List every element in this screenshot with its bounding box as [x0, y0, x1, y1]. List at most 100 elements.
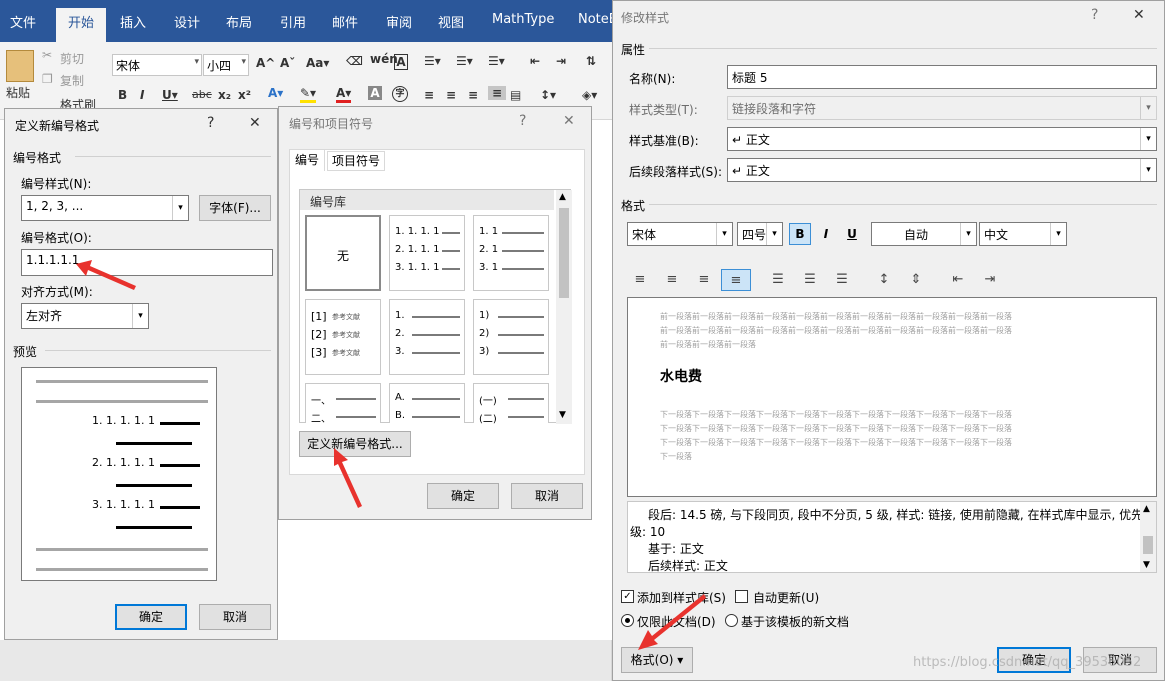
- numbering-cell-paren[interactable]: 1) 2) 3): [473, 299, 549, 375]
- scroll-up-icon[interactable]: ▲: [559, 192, 566, 202]
- paste-label[interactable]: 粘贴: [6, 84, 30, 101]
- auto-update-label[interactable]: 自动更新(U): [753, 589, 819, 606]
- superscript-icon[interactable]: x²: [238, 88, 251, 102]
- style-base-select[interactable]: ↵ 正文 ▾: [727, 127, 1157, 151]
- tab-layout[interactable]: 布局: [226, 12, 252, 31]
- highlight-icon[interactable]: ✎▾: [300, 86, 317, 103]
- tab-references[interactable]: 引用: [280, 12, 306, 31]
- cut-button[interactable]: 剪切: [60, 50, 84, 67]
- font-button[interactable]: 字体(F)...: [199, 195, 271, 221]
- shrink-font-icon[interactable]: Aˇ: [280, 56, 295, 70]
- library-scrollbar[interactable]: ▲ ▼: [556, 190, 572, 424]
- shading-icon[interactable]: ◈▾: [582, 88, 597, 102]
- help-icon[interactable]: ?: [519, 113, 526, 129]
- auto-update-checkbox[interactable]: [735, 590, 748, 603]
- close-icon[interactable]: ✕: [249, 115, 261, 131]
- strike-icon[interactable]: abc: [192, 88, 212, 101]
- numbering-cell-chinese-paren[interactable]: (一) (二): [473, 383, 549, 425]
- next-style-select[interactable]: ↵ 正文 ▾: [727, 158, 1157, 182]
- underline-toggle[interactable]: U: [841, 223, 863, 245]
- distribute-icon[interactable]: ▤: [510, 88, 521, 102]
- bullets-icon[interactable]: ☰▾: [424, 54, 441, 68]
- ok-button[interactable]: 确定: [115, 604, 187, 630]
- bold-icon[interactable]: B: [118, 88, 127, 102]
- add-to-gallery-checkbox[interactable]: ✓: [621, 590, 634, 603]
- line-spacing-icon[interactable]: ↕▾: [540, 88, 556, 102]
- tab-bullets[interactable]: 项目符号: [327, 151, 385, 171]
- char-border-icon[interactable]: A: [394, 54, 408, 70]
- onehalf-spacing-icon[interactable]: ☰: [795, 269, 825, 291]
- scroll-down-icon[interactable]: ▼: [559, 410, 566, 420]
- numbering-cell-dot[interactable]: 1. 2. 3.: [389, 299, 465, 375]
- number-format-input[interactable]: 1.1.1.1.1: [21, 249, 273, 276]
- size-select[interactable]: 四号 ▾: [737, 222, 783, 246]
- enclose-char-icon[interactable]: 字: [392, 86, 408, 102]
- align-center-icon[interactable]: ≡: [657, 269, 687, 291]
- language-select[interactable]: 中文 ▾: [979, 222, 1067, 246]
- cancel-button[interactable]: 取消: [199, 604, 271, 630]
- description-scrollbar[interactable]: ▲ ▼: [1140, 502, 1156, 572]
- tab-design[interactable]: 设计: [174, 12, 200, 31]
- tab-insert[interactable]: 插入: [120, 12, 146, 31]
- grow-font-icon[interactable]: A^: [256, 56, 275, 70]
- numbering-cell-chinese[interactable]: 一、 二、: [305, 383, 381, 425]
- color-select[interactable]: 自动 ▾: [871, 222, 977, 246]
- scroll-thumb[interactable]: [559, 208, 569, 298]
- change-case-icon[interactable]: Aa▾: [306, 56, 329, 70]
- align-center-icon[interactable]: ≡: [446, 88, 456, 102]
- multilevel-icon[interactable]: ☰▾: [488, 54, 505, 68]
- justify-icon[interactable]: ≡: [488, 86, 506, 100]
- numbering-cell-letter[interactable]: A. B.: [389, 383, 465, 423]
- paste-icon[interactable]: [6, 50, 34, 82]
- double-spacing-icon[interactable]: ☰: [827, 269, 857, 291]
- cancel-button[interactable]: 取消: [511, 483, 583, 509]
- only-this-doc-radio[interactable]: [621, 614, 634, 627]
- justify-icon[interactable]: ≡: [721, 269, 751, 291]
- help-icon[interactable]: ?: [207, 115, 214, 131]
- italic-toggle[interactable]: I: [815, 223, 837, 245]
- italic-icon[interactable]: I: [140, 88, 144, 102]
- scroll-thumb[interactable]: [1143, 536, 1153, 554]
- align-left-icon[interactable]: ≡: [625, 269, 655, 291]
- ribbon-font-name[interactable]: 宋体 ▾: [112, 54, 202, 76]
- bold-toggle[interactable]: B: [789, 223, 811, 245]
- tab-file[interactable]: 文件: [10, 12, 36, 31]
- copy-button[interactable]: 复制: [60, 72, 84, 89]
- numbering-cell-bracket[interactable]: [1] [2] [3] 参考文献 参考文献 参考文献: [305, 299, 381, 375]
- text-effect-icon[interactable]: A▾: [268, 86, 283, 100]
- single-spacing-icon[interactable]: ☰: [763, 269, 793, 291]
- tab-home[interactable]: 开始: [56, 8, 107, 42]
- char-shading-icon[interactable]: A: [368, 86, 382, 100]
- tab-mathtype[interactable]: MathType: [492, 12, 554, 27]
- font-color-icon[interactable]: A▾: [336, 86, 352, 103]
- decrease-spacing-icon[interactable]: ⇕: [901, 269, 931, 291]
- ok-button[interactable]: 确定: [427, 483, 499, 509]
- template-doc-radio[interactable]: [725, 614, 738, 627]
- underline-icon[interactable]: U▾: [162, 88, 178, 102]
- tab-numbering[interactable]: 编号: [289, 149, 325, 171]
- scroll-down-icon[interactable]: ▼: [1143, 560, 1150, 570]
- template-doc-label[interactable]: 基于该模板的新文档: [741, 613, 849, 630]
- style-name-input[interactable]: 标题 5: [727, 65, 1157, 89]
- numbering-icon[interactable]: ☰▾: [456, 54, 473, 68]
- subscript-icon[interactable]: x₂: [218, 88, 231, 102]
- clear-format-icon[interactable]: ⌫: [346, 54, 363, 68]
- align-right-icon[interactable]: ≡: [468, 88, 478, 102]
- increase-spacing-icon[interactable]: ↕: [869, 269, 899, 291]
- align-right-icon[interactable]: ≡: [689, 269, 719, 291]
- numbering-cell-multilevel-4[interactable]: 1. 1. 1. 1 2. 1. 1. 1 3. 1. 1. 1: [389, 215, 465, 291]
- tab-review[interactable]: 审阅: [386, 12, 412, 31]
- ribbon-font-size[interactable]: 小四 ▾: [203, 54, 249, 76]
- align-select[interactable]: 左对齐 ▾: [21, 303, 149, 329]
- numbering-none-cell[interactable]: 无: [305, 215, 381, 291]
- close-icon[interactable]: ✕: [563, 113, 575, 129]
- increase-indent-icon[interactable]: ⇥: [975, 269, 1005, 291]
- align-left-icon[interactable]: ≡: [424, 88, 434, 102]
- number-style-select[interactable]: 1, 2, 3, ... ▾: [21, 195, 189, 221]
- decrease-indent-icon[interactable]: ⇤: [943, 269, 973, 291]
- tab-mailings[interactable]: 邮件: [332, 12, 358, 31]
- scroll-up-icon[interactable]: ▲: [1143, 504, 1150, 514]
- sort-icon[interactable]: ⇅: [586, 54, 596, 68]
- help-icon[interactable]: ?: [1091, 7, 1098, 23]
- tab-view[interactable]: 视图: [438, 12, 464, 31]
